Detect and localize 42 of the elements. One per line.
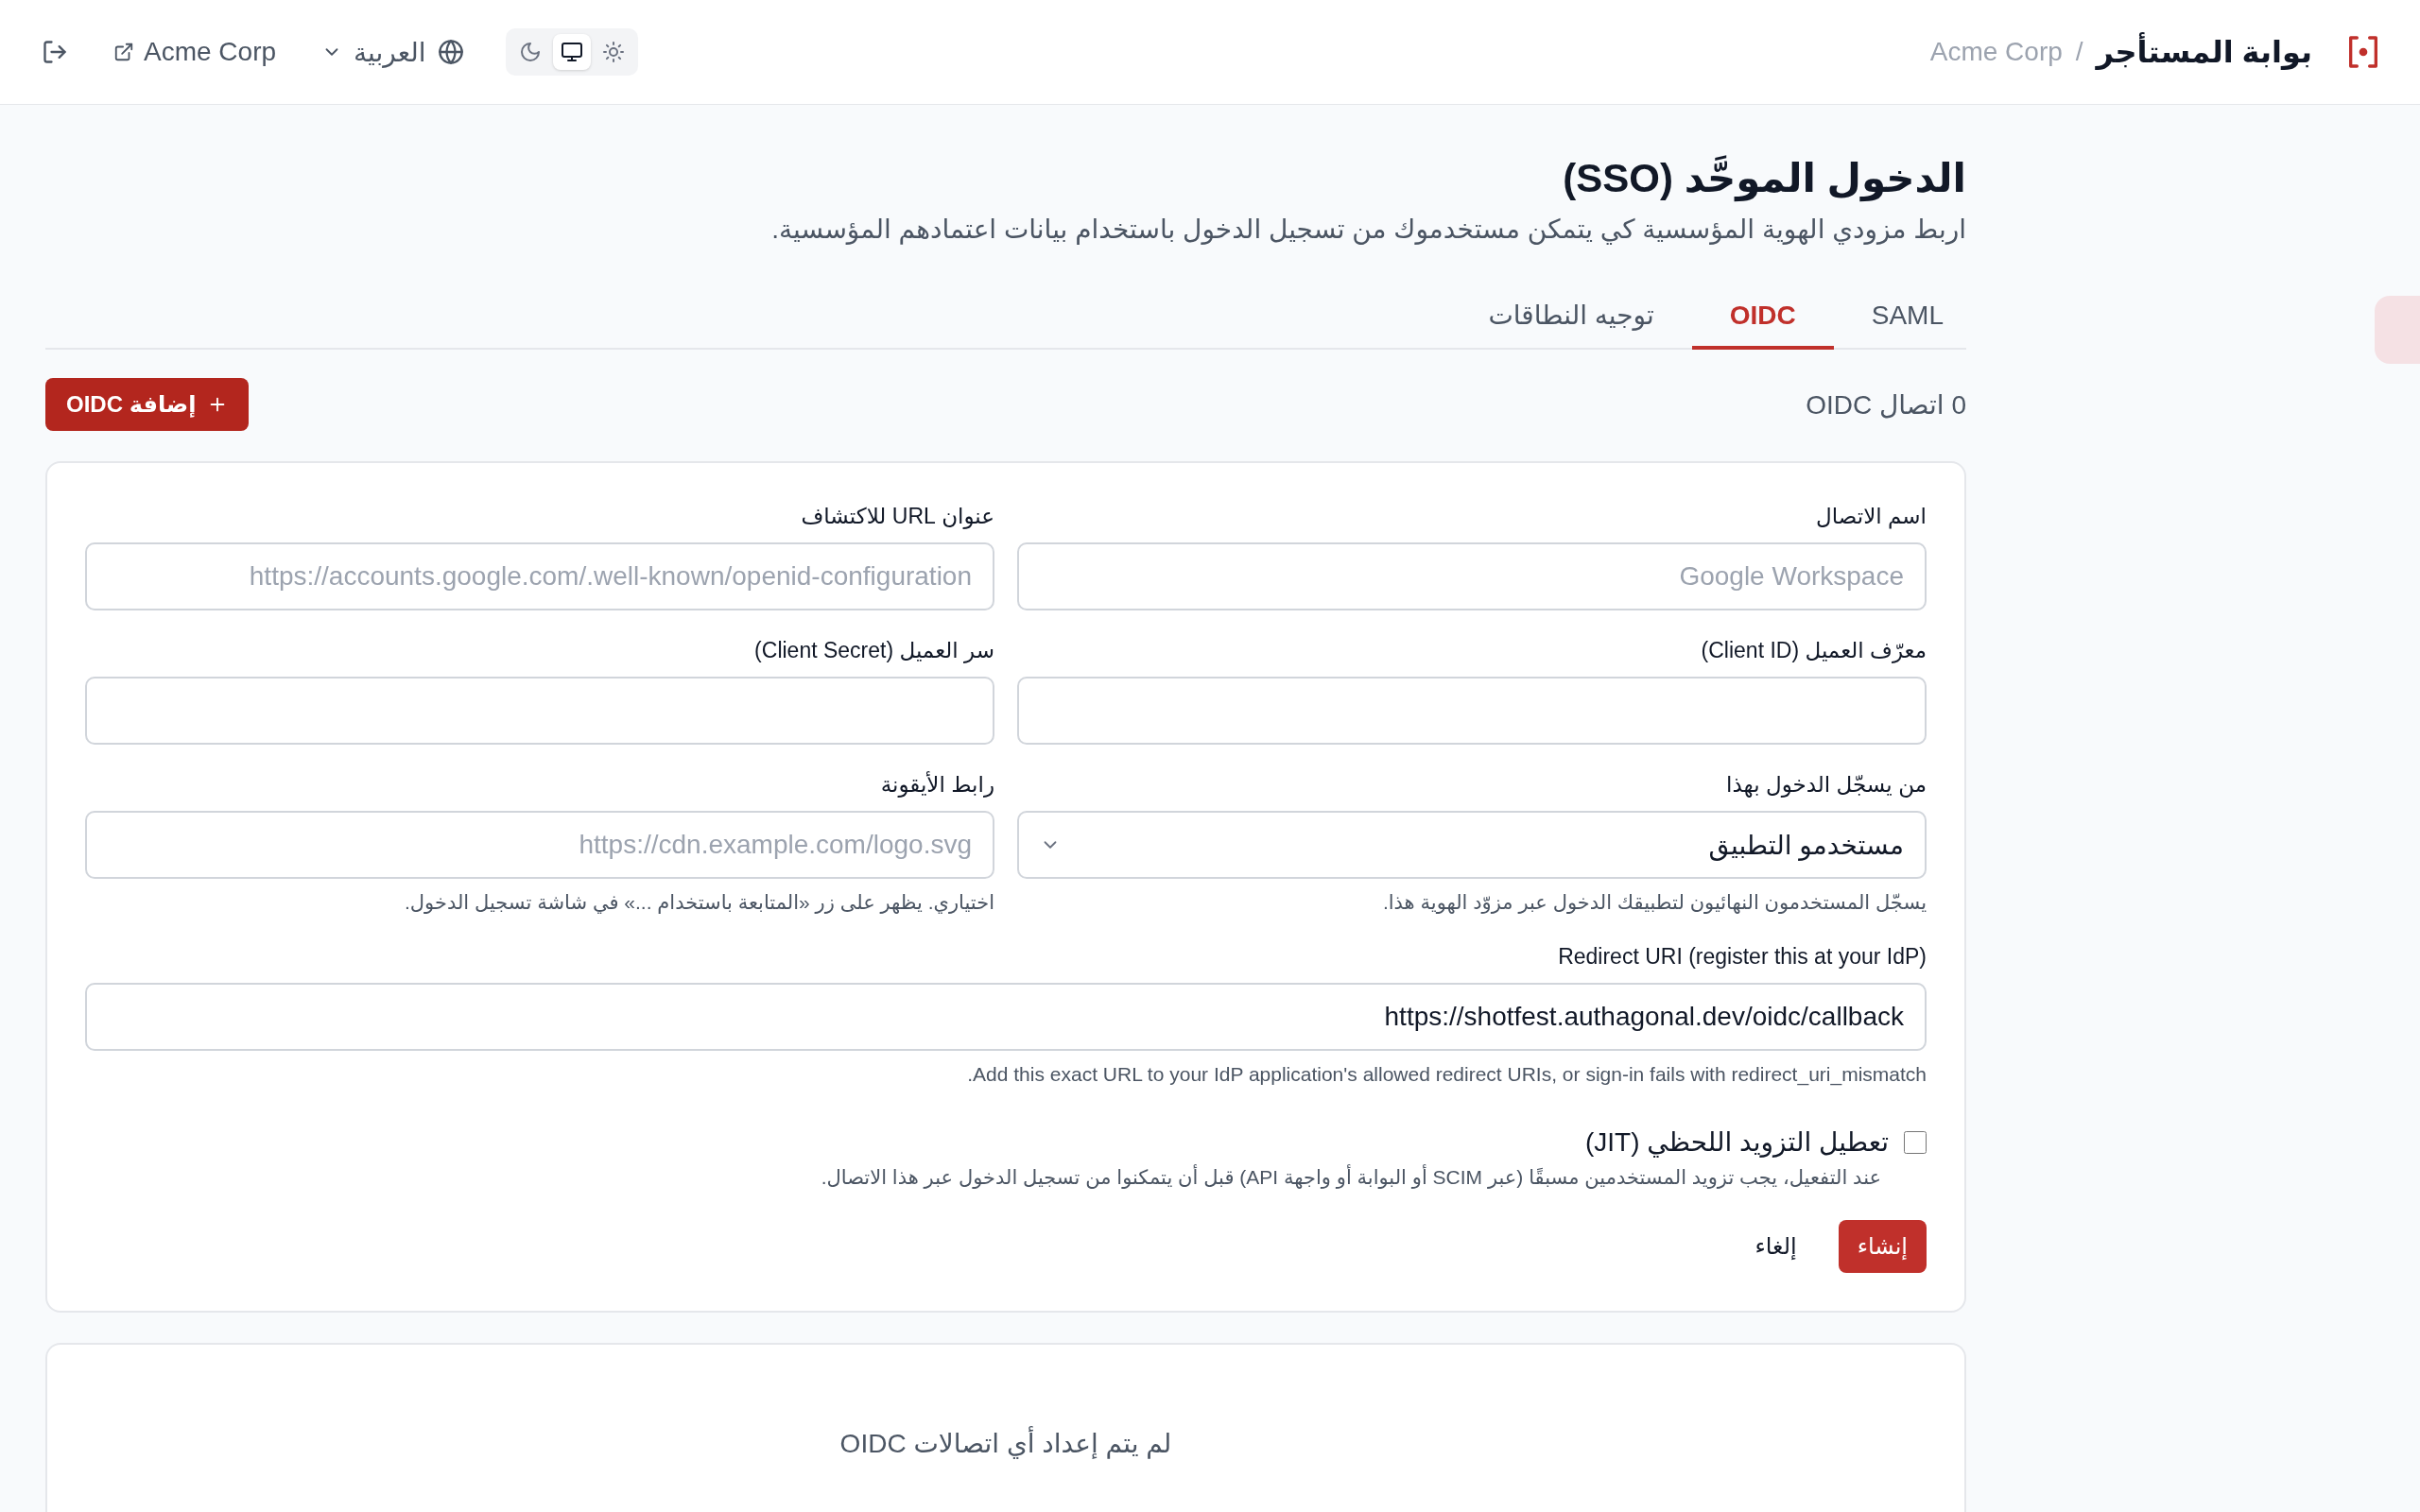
field-label: عنوان URL للاكتشاف bbox=[800, 503, 994, 531]
organization-link[interactable]: Acme Corp bbox=[110, 33, 281, 71]
breadcrumb-separator: / bbox=[2075, 37, 2083, 67]
field-hint: اختياري. يظهر على زر «المتابعة باستخدام ...» في شاشة تسجيل الدخول. bbox=[404, 890, 994, 916]
select-field[interactable]: مستخدمو التطبيق bbox=[1017, 811, 1927, 879]
globe-icon bbox=[437, 39, 464, 65]
input-field[interactable] bbox=[1017, 677, 1927, 745]
field-label: معرّف العميل (Client ID) bbox=[1700, 637, 1927, 665]
language-select[interactable]: العربية bbox=[318, 32, 468, 72]
input-field[interactable]: https://accounts.google.com/.well-known/openid-configuration bbox=[85, 542, 994, 610]
field-label: اسم الاتصال bbox=[1815, 503, 1927, 531]
tab[interactable]: توجيه النطاقات bbox=[1450, 286, 1692, 350]
page-title: الدخول الموحَّد (SSO) bbox=[1562, 154, 1966, 204]
create-button[interactable]: إنشاء bbox=[1838, 1220, 1927, 1273]
page-description: اربط مزودي الهوية المؤسسية كي يتمكن مستخدموك من تسجيل الدخول باستخدام بيانات اعتمادهم المؤسسية. bbox=[770, 214, 1966, 247]
empty-state-message: لم يتم إعداد أي اتصالات OIDC bbox=[85, 1428, 1927, 1459]
tab[interactable]: SAML bbox=[1833, 286, 1966, 350]
organization-name: Acme Corp bbox=[1929, 37, 2063, 67]
field-label: رابط الأيقونة bbox=[879, 770, 994, 799]
field-label: Redirect URI (register this at your IdP) bbox=[1557, 943, 1927, 971]
tab[interactable]: OIDC bbox=[1691, 286, 1834, 350]
connection-count: 0 اتصال OIDC bbox=[1806, 388, 1966, 421]
monitor-icon bbox=[560, 41, 583, 63]
sun-icon bbox=[601, 41, 625, 63]
moon-icon bbox=[518, 41, 542, 63]
add-oidc-button[interactable]: إضافة OIDC bbox=[45, 378, 250, 431]
checkbox-hint: عند التفعيل، يجب تزويد المستخدمين مسبقًا (عبر SCIM أو البوابة أو واجهة API) قبل أن يتمكنوا من تسجيل الدخول عبر هذا الاتصال. bbox=[820, 1163, 1881, 1191]
field-label: من يسجّل الدخول بهذا bbox=[1725, 771, 1927, 799]
logout-icon bbox=[42, 39, 68, 65]
cancel-button[interactable]: إلغاء bbox=[1747, 1220, 1805, 1273]
input-field[interactable]: https://shotfest.authagonal.dev/oidc/callback bbox=[85, 983, 1927, 1051]
theme-button[interactable] bbox=[552, 34, 591, 70]
field-label: سر العميل (Client Secret) bbox=[753, 637, 994, 665]
external-link-icon bbox=[113, 42, 134, 62]
input-field[interactable] bbox=[85, 677, 994, 745]
input-field[interactable]: https://cdn.example.com/logo.svg bbox=[85, 811, 994, 879]
checkbox-label: تعطيل التزويد اللحظي (JIT) bbox=[1585, 1126, 1889, 1158]
field-hint: يسجّل المستخدمون النهائيون لتطبيقك الدخول عبر مزوّد الهوية هذا. bbox=[1381, 890, 1927, 916]
checkbox[interactable] bbox=[1904, 1130, 1927, 1154]
field-hint: Add this exact URL to your IdP application's allowed redirect URIs, or sign-in fails with redirect_uri_mismatch. bbox=[966, 1062, 1927, 1088]
portal-title: بوابة المستأجر bbox=[2096, 34, 2312, 70]
input-field[interactable]: Google Workspace bbox=[1017, 542, 1927, 610]
